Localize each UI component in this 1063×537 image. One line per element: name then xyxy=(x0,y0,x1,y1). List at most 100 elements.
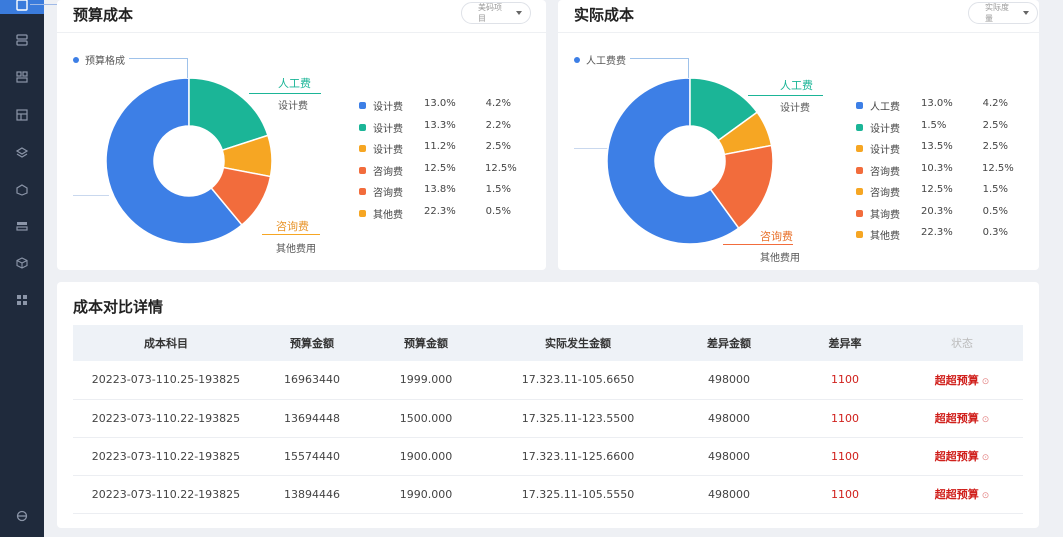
column-header[interactable]: 预算金额 xyxy=(365,325,487,361)
home-icon[interactable] xyxy=(15,0,29,12)
legend-item[interactable]: 咨询费 12.5% 1.5% xyxy=(856,184,1016,199)
table-cell: 1100 xyxy=(789,437,901,476)
table-row[interactable]: 20223-073-110.22-193825 15574440 1900.000 1… xyxy=(73,437,1023,476)
legend-value: 0.3% xyxy=(982,227,1008,238)
table-cell: 1500.000 xyxy=(365,399,487,438)
box-icon[interactable] xyxy=(15,183,29,197)
status-badge: 超超预算 ⊙ xyxy=(901,361,1023,400)
legend-item[interactable]: 咨询费 13.8% 1.5% xyxy=(359,184,519,199)
legend-item[interactable]: 设计费 13.3% 2.2% xyxy=(359,119,519,135)
legend-value: 2.2% xyxy=(485,119,511,131)
legend-value: 1.5% xyxy=(982,184,1008,195)
alert-icon: ⊙ xyxy=(981,415,990,425)
server-icon[interactable] xyxy=(15,33,29,47)
legend-swatch-icon xyxy=(359,188,366,195)
column-header[interactable]: 差异率 xyxy=(789,325,901,361)
left-leader-line xyxy=(574,148,608,149)
column-header[interactable]: 预算金额 xyxy=(259,325,365,361)
legend-item[interactable]: 设计费 13.5% 2.5% xyxy=(856,141,1016,156)
status-text: 超超预算 xyxy=(934,450,979,463)
storage-icon[interactable] xyxy=(15,219,29,233)
dropdown-value: 实际度量 xyxy=(985,3,1009,23)
cube-icon[interactable] xyxy=(15,256,29,270)
actual-measure-dropdown[interactable]: 实际度量 xyxy=(968,2,1038,24)
legend-percent: 13.5% xyxy=(921,141,953,152)
table-cell: 15574440 xyxy=(259,437,365,476)
dashboard-icon[interactable] xyxy=(15,70,29,84)
column-header[interactable]: 实际发生金额 xyxy=(487,325,669,361)
column-header[interactable]: 差异金额 xyxy=(669,325,789,361)
budget-project-dropdown[interactable]: 美码项目 xyxy=(461,2,531,24)
budget-cost-title: 预算成本 xyxy=(73,6,134,24)
legend-name: 设计费 xyxy=(373,102,403,113)
column-header[interactable]: 成本科目 xyxy=(73,325,259,361)
legend-item[interactable]: 咨询费 10.3% 12.5% xyxy=(856,162,1016,178)
table-cell: 1900.000 xyxy=(365,437,487,476)
table-cell: 498000 xyxy=(669,475,789,514)
table-cell: 13894446 xyxy=(259,475,365,514)
legend-item[interactable]: 其他费 22.3% 0.3% xyxy=(856,227,1016,242)
legend-swatch-icon xyxy=(359,209,366,217)
legend-item[interactable]: 其他费 22.3% 0.5% xyxy=(359,205,519,221)
actual-series-label: 人工费费 xyxy=(574,52,626,67)
legend-name: 咨询费 xyxy=(870,166,900,178)
legend-value: 2.5% xyxy=(982,119,1008,131)
legend-swatch-icon xyxy=(856,209,863,217)
budget-callout-label-1: 人工费 xyxy=(278,77,311,90)
actual-callout-line-2 xyxy=(723,244,793,245)
legend-percent: 12.5% xyxy=(424,162,456,174)
table-row[interactable]: 20223-073-110.25-193825 16963440 1999.000 1… xyxy=(73,361,1023,400)
table-cell: 1100 xyxy=(789,399,901,438)
legend-value: 12.5% xyxy=(982,162,1014,174)
budget-series-label: 预算格成 xyxy=(73,52,125,67)
legend-item[interactable]: 设计费 1.5% 2.5% xyxy=(856,119,1016,135)
table-cell: 17.323.11-125.6600 xyxy=(487,437,669,476)
actual-callout-label-2: 咨询费 xyxy=(760,230,793,243)
status-badge: 超超预算 ⊙ xyxy=(901,475,1023,514)
legend-item[interactable]: 设计费 13.0% 4.2% xyxy=(359,98,519,113)
legend-item[interactable]: 其询费 20.3% 0.5% xyxy=(856,206,1016,221)
legend-percent: 13.0% xyxy=(921,98,953,109)
actual-callout-sub-1: 设计费 xyxy=(780,103,810,114)
legend-name: 其询费 xyxy=(870,209,900,221)
table-cell: 20223-073-110.22-193825 xyxy=(73,399,259,438)
legend-percent: 22.3% xyxy=(424,205,456,217)
table-row[interactable]: 20223-073-110.22-193825 13894446 1990.000 1… xyxy=(73,475,1023,514)
chevron-down-icon xyxy=(1023,11,1029,15)
table-header-row: 成本科目 预算金额 预算金额 实际发生金额 差异金额 差异率 状态 xyxy=(73,325,1023,361)
legend-value: 2.5% xyxy=(485,141,511,152)
legend-swatch-icon xyxy=(856,145,863,152)
series-leader-line-vertical xyxy=(187,58,188,80)
legend-percent: 13.8% xyxy=(424,184,456,195)
column-header[interactable]: 状态 xyxy=(901,325,1023,361)
series-dot-icon xyxy=(73,56,79,63)
layers-icon[interactable] xyxy=(15,146,29,160)
table-row[interactable]: 20223-073-110.22-193825 13694448 1500.000 1… xyxy=(73,399,1023,438)
legend-swatch-icon xyxy=(856,188,863,195)
legend-swatch-icon xyxy=(856,102,863,109)
legend-item[interactable]: 设计费 11.2% 2.5% xyxy=(359,141,519,156)
legend-percent: 22.3% xyxy=(921,227,953,238)
legend-percent: 13.0% xyxy=(424,98,456,109)
legend-name: 设计费 xyxy=(373,145,403,156)
table-cell: 1100 xyxy=(789,361,901,400)
status-text: 超超预算 xyxy=(934,412,979,425)
actual-cost-card: 实际成本 实际度量 人工费费 人工费 设计费 咨询费 其他费用 人工费 13.0%… xyxy=(558,0,1039,270)
table-icon[interactable] xyxy=(15,108,29,122)
legend-value: 2.5% xyxy=(982,141,1008,152)
legend-value: 0.5% xyxy=(485,205,511,217)
series-label-text: 人工费费 xyxy=(586,56,626,67)
series-label-text: 预算格成 xyxy=(85,56,125,67)
legend-swatch-icon xyxy=(856,166,863,174)
actual-callout-label-1: 人工费 xyxy=(780,79,813,92)
settings-icon[interactable] xyxy=(15,509,29,523)
grid-icon[interactable] xyxy=(15,293,29,307)
series-leader-line xyxy=(129,58,187,59)
legend-item[interactable]: 咨询费 12.5% 12.5% xyxy=(359,162,519,178)
actual-callout-sub-2: 其他费用 xyxy=(760,253,800,264)
legend-item[interactable]: 人工费 13.0% 4.2% xyxy=(856,98,1016,113)
legend-swatch-icon xyxy=(359,123,366,131)
table-cell: 20223-073-110.25-193825 xyxy=(73,361,259,400)
legend-value: 4.2% xyxy=(485,98,511,109)
legend-percent: 11.2% xyxy=(424,141,456,152)
